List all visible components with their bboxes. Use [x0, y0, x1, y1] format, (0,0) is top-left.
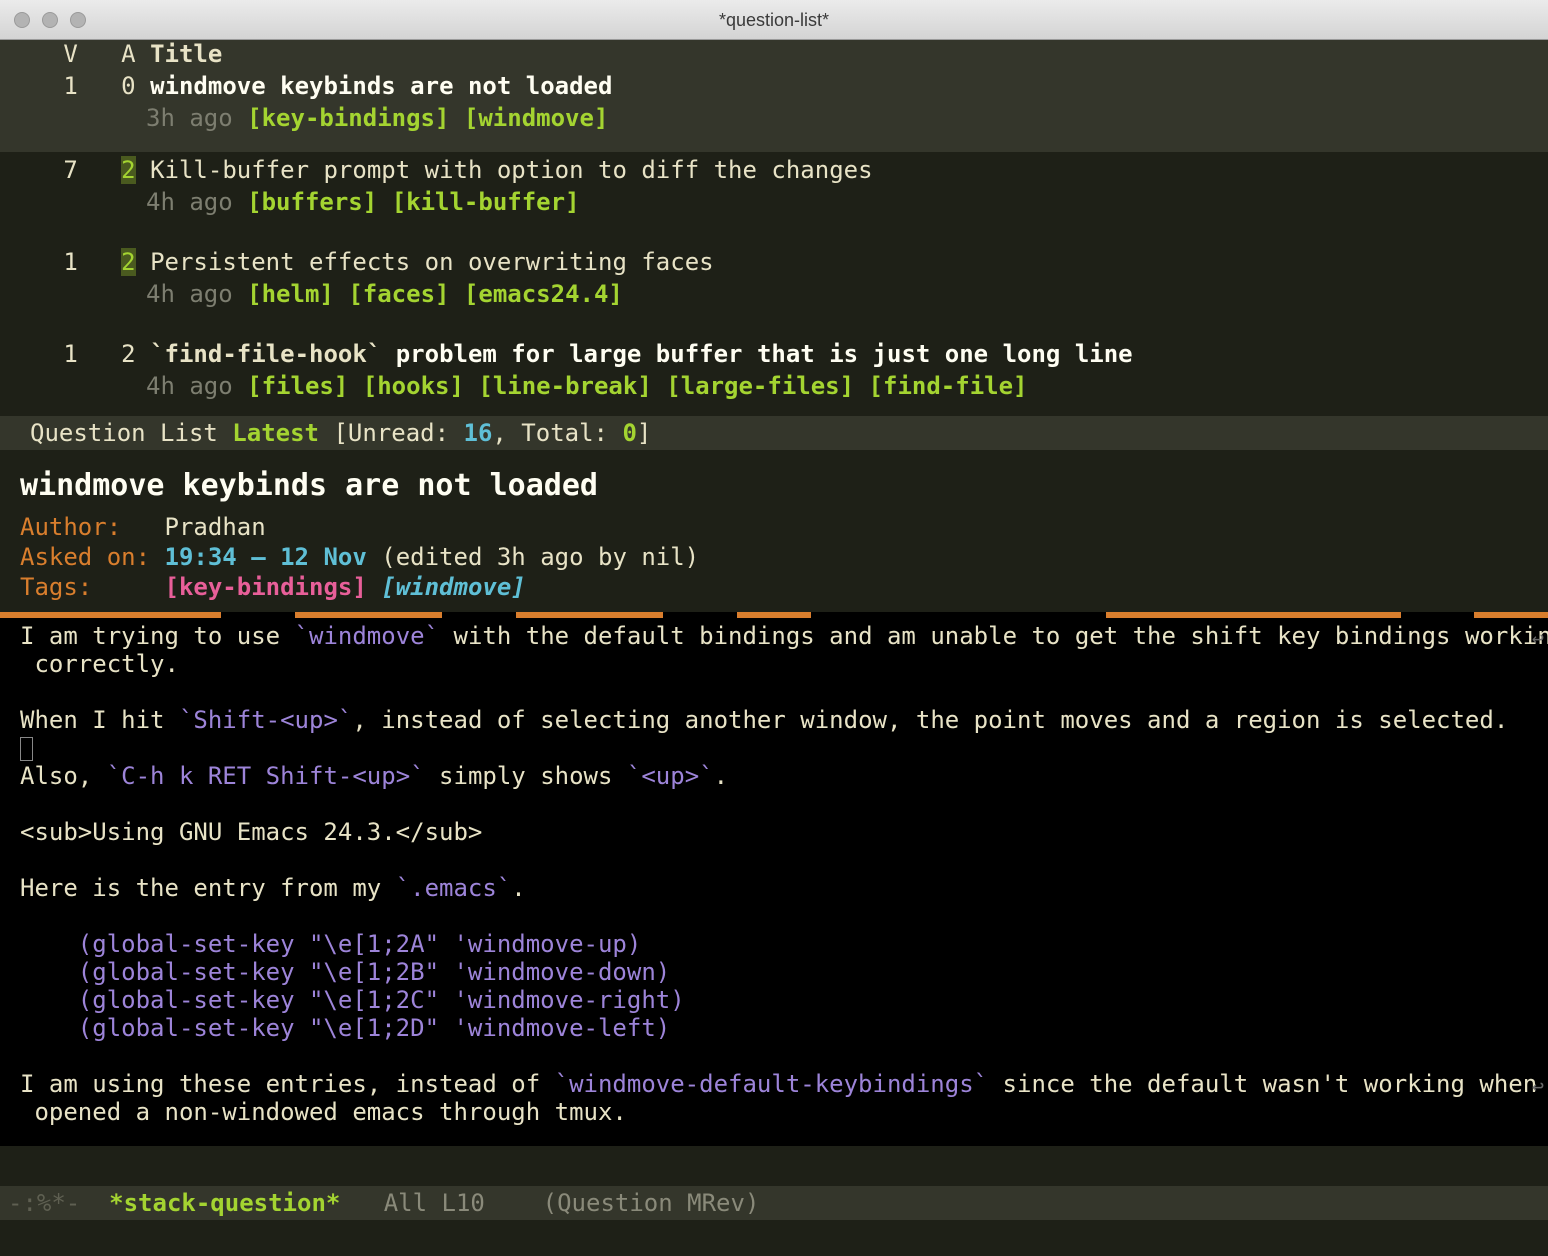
tag[interactable]: [key-bindings]	[247, 104, 449, 132]
mac-titlebar: *question-list*	[0, 0, 1548, 40]
asked-edit: (edited 3h ago by nil)	[381, 543, 699, 571]
gap	[0, 216, 1548, 244]
question-title: Kill-buffer prompt with option to diff t…	[150, 156, 872, 184]
author-key: Author:	[20, 513, 121, 541]
tag[interactable]: [find-file]	[869, 372, 1028, 400]
wrap-indicator-icon: ↩	[1532, 624, 1544, 652]
tag[interactable]: [key-bindings]	[165, 573, 367, 601]
asked-time: 19:34 – 12 Nov	[165, 543, 367, 571]
modeline-label: Question List	[30, 419, 218, 447]
body-line	[20, 846, 1528, 874]
modeline-mode: Latest	[232, 419, 319, 447]
body-line	[20, 1042, 1528, 1070]
modeline-mode: (Question MRev)	[543, 1189, 760, 1217]
time-ago: 4h ago	[146, 188, 233, 216]
tag[interactable]: [hooks]	[363, 372, 464, 400]
modeline: -:%*- *stack-question* All L10 (Question…	[0, 1186, 1548, 1220]
modeline-position: All L10	[384, 1189, 485, 1217]
question-body[interactable]: ↩ ↪ I am trying to use `windmove` with t…	[0, 618, 1548, 1146]
votes: 1	[63, 340, 77, 368]
time-ago: 3h ago	[146, 104, 233, 132]
wrap-indicator-icon: ↩	[1532, 1072, 1544, 1100]
votes: 1	[63, 248, 77, 276]
col-answers: A	[121, 40, 135, 68]
answers: 2	[121, 248, 135, 276]
question-title: Persistent effects on overwriting faces	[150, 248, 714, 276]
answers: 0	[121, 72, 135, 100]
tag[interactable]: [kill-buffer]	[392, 188, 580, 216]
votes: 1	[63, 72, 77, 100]
code-line: (global-set-key "\e[1;2D" 'windmove-left…	[20, 1014, 1528, 1042]
body-line: Here is the entry from my `.emacs`.	[20, 874, 1528, 902]
question-title: windmove keybinds are not loaded	[20, 468, 1528, 512]
body-line: <sub>Using GNU Emacs 24.3.</sub>	[20, 818, 1528, 846]
list-item[interactable]: 1 0 windmove keybinds are not loaded	[0, 68, 1548, 100]
code-line: (global-set-key "\e[1;2C" 'windmove-righ…	[20, 986, 1528, 1014]
body-line	[20, 734, 1528, 762]
total-count: 0	[622, 419, 636, 447]
code-line: (global-set-key "\e[1;2B" 'windmove-down…	[20, 958, 1528, 986]
question-title: `find-file-hook` problem for large buffe…	[150, 340, 1133, 368]
unread-count: 16	[464, 419, 493, 447]
body-line	[20, 678, 1528, 706]
list-item[interactable]: 1 2 `find-file-hook` problem for large b…	[0, 336, 1548, 368]
gap	[0, 308, 1548, 336]
list-item-meta: 4h ago [helm] [faces] [emacs24.4]	[0, 276, 1548, 308]
modeline-prefix: -:%*-	[8, 1189, 80, 1217]
col-title: Title	[150, 40, 222, 68]
gap	[0, 400, 1548, 416]
votes: 7	[63, 156, 77, 184]
buffer-name: *stack-question*	[109, 1189, 340, 1217]
list-item-meta: 3h ago [key-bindings] [windmove]	[0, 100, 1548, 132]
minimize-icon[interactable]	[42, 12, 58, 28]
question-header: windmove keybinds are not loaded Author:…	[0, 450, 1548, 606]
list-item-meta: 4h ago [buffers] [kill-buffer]	[0, 184, 1548, 216]
tag[interactable]: [files]	[247, 372, 348, 400]
body-line: When I hit `Shift-<up>`, instead of sele…	[20, 706, 1528, 734]
body-line	[20, 902, 1528, 930]
cursor	[20, 737, 33, 761]
blank-area	[0, 1146, 1548, 1186]
body-line: I am using these entries, instead of `wi…	[20, 1070, 1528, 1098]
close-icon[interactable]	[14, 12, 30, 28]
author-name: Pradhan	[165, 513, 266, 541]
list-item-meta: 4h ago [files] [hooks] [line-break] [lar…	[0, 368, 1548, 400]
body-line	[20, 790, 1528, 818]
question-title: windmove keybinds are not loaded	[150, 72, 612, 100]
code-line: (global-set-key "\e[1;2A" 'windmove-up)	[20, 930, 1528, 958]
tag[interactable]: [emacs24.4]	[464, 280, 623, 308]
tag[interactable]: [windmove]	[464, 104, 609, 132]
body-line: correctly.	[20, 650, 1528, 678]
body-line: opened a non-windowed emacs through tmux…	[20, 1098, 1528, 1126]
col-votes: V	[63, 40, 77, 68]
tag[interactable]: [faces]	[348, 280, 449, 308]
zoom-icon[interactable]	[70, 12, 86, 28]
list-item[interactable]: 7 2 Kill-buffer prompt with option to di…	[0, 152, 1548, 184]
answers: 2	[121, 340, 135, 368]
body-line: Also, `C-h k RET Shift-<up>` simply show…	[20, 762, 1528, 790]
tag[interactable]: [buffers]	[247, 188, 377, 216]
list-item[interactable]: 1 2 Persistent effects on overwriting fa…	[0, 244, 1548, 276]
traffic-lights	[0, 12, 86, 28]
tag[interactable]: [large-files]	[666, 372, 854, 400]
gap	[0, 132, 1548, 152]
time-ago: 4h ago	[146, 280, 233, 308]
question-list-modeline: Question List Latest [Unread: 16, Total:…	[0, 416, 1548, 450]
window-title: *question-list*	[0, 6, 1548, 34]
time-ago: 4h ago	[146, 372, 233, 400]
list-header: V A Title	[0, 40, 1548, 68]
tag[interactable]: [helm]	[247, 280, 334, 308]
tags-key: Tags:	[20, 573, 92, 601]
tag[interactable]: [windmove]	[381, 573, 526, 601]
question-list: 1 0 windmove keybinds are not loaded 3h …	[0, 68, 1548, 416]
answers: 2	[121, 156, 135, 184]
asked-key: Asked on:	[20, 543, 150, 571]
tag[interactable]: [line-break]	[478, 372, 651, 400]
body-line: I am trying to use `windmove` with the d…	[20, 622, 1528, 650]
